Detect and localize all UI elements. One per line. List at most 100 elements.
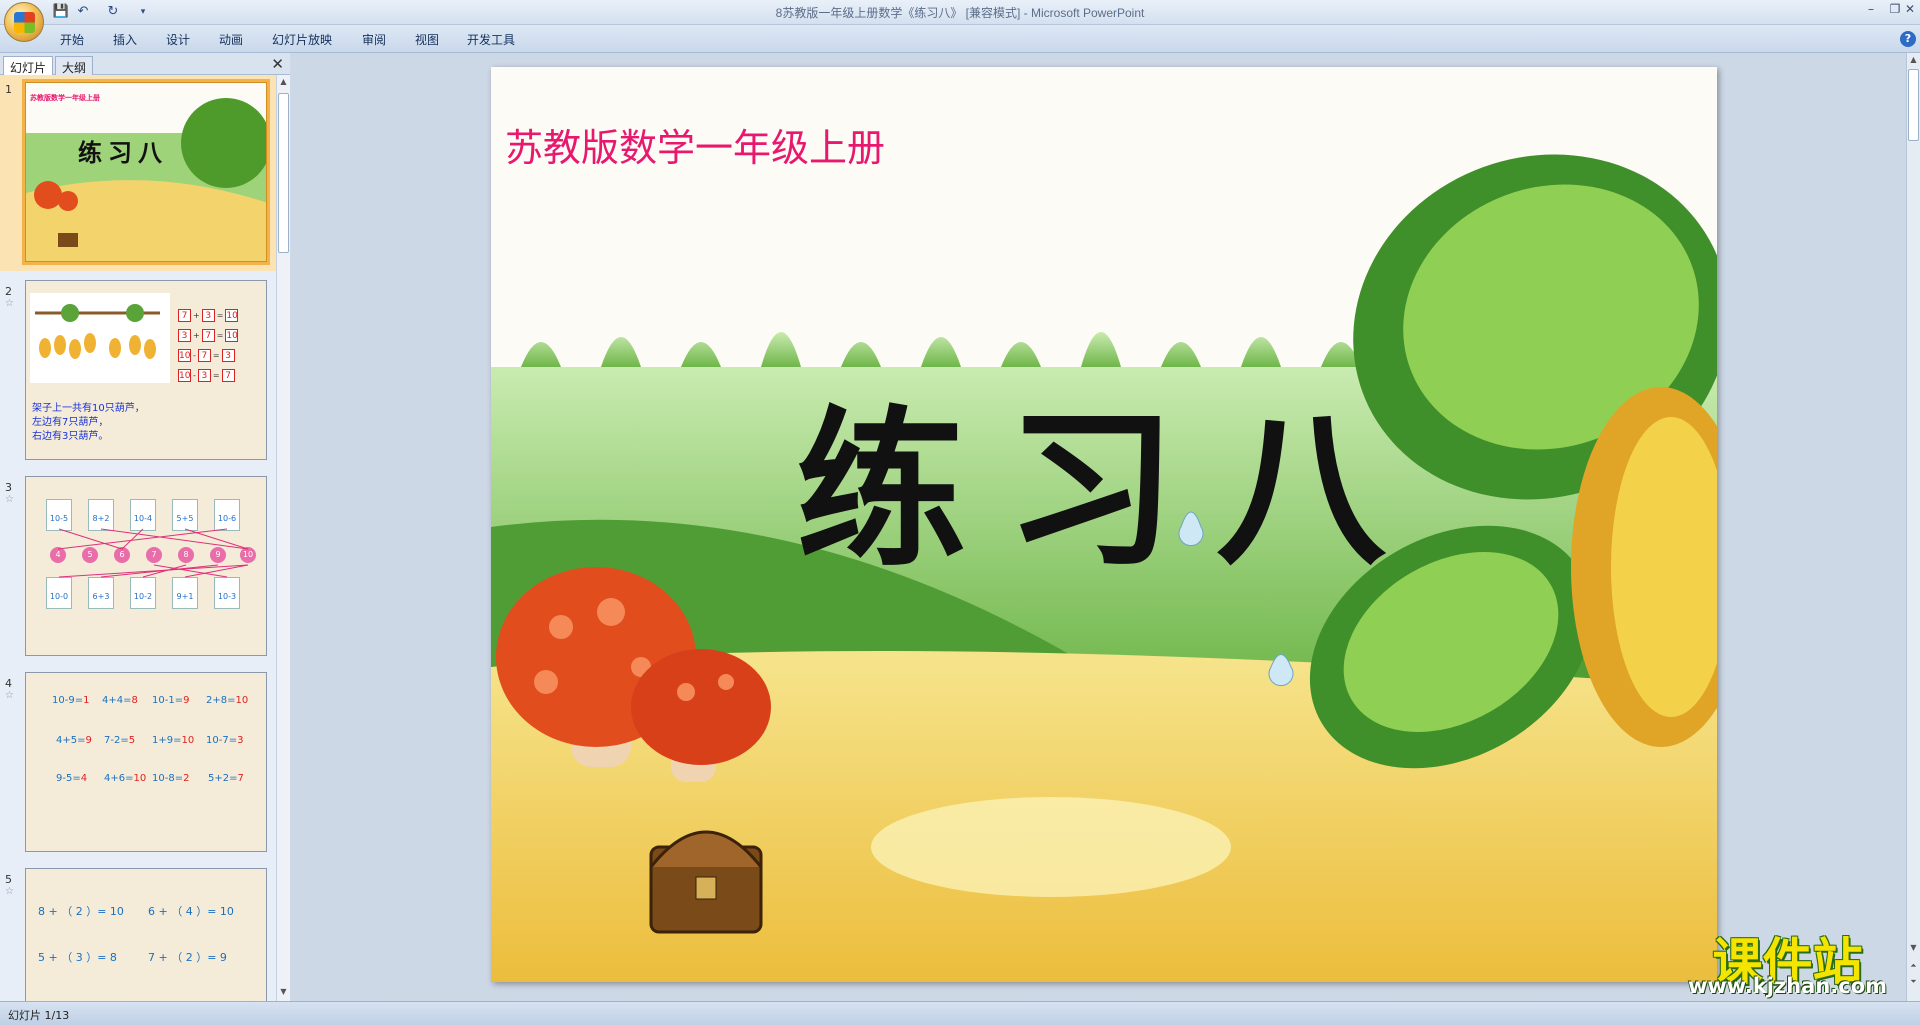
answer-item: 4+4=8 [102, 695, 138, 706]
office-button[interactable] [4, 2, 44, 42]
slide-title[interactable]: 练习八 [796, 352, 1426, 598]
animation-star-icon: ☆ [5, 298, 14, 309]
slide-thumbnail-2[interactable]: 7 +3 = 10 3 +7 = 10 10-7 = 3 10-3 = 7 架子上一共有10只葫芦，… [25, 280, 267, 460]
animation-star-icon: ☆ [5, 690, 14, 701]
equation-cell: 3 [197, 369, 211, 382]
scroll-up-icon[interactable]: ▲ [278, 77, 289, 88]
expression-card: 10-2 [130, 577, 156, 609]
scroll-down-icon[interactable]: ▼ [278, 987, 289, 998]
minimize-icon[interactable]: – [1858, 0, 1884, 18]
equation-op: - [193, 371, 196, 380]
scroll-thumb[interactable] [278, 93, 289, 253]
close-pane-icon[interactable]: ✕ [271, 55, 284, 73]
flower-number: 7 [146, 547, 162, 563]
equation-cell: 10 [178, 369, 191, 382]
equation-cell: 10 [225, 329, 239, 342]
status-bar: 幻灯片 1/13 [0, 1001, 1920, 1025]
answer-item: 4+6=10 [104, 773, 147, 784]
expression-card: 5+5 [172, 499, 198, 531]
ribbon-tab-bar: 开始 插入 设计 动画 幻灯片放映 审阅 视图 开发工具 ? [0, 25, 1920, 53]
slide-number: 4 [5, 677, 12, 690]
answer-item: 10-7=3 [206, 735, 244, 746]
tab-slides[interactable]: 幻灯片 [3, 56, 54, 75]
answer-item: 10-9=1 [52, 695, 90, 706]
flower-number: 8 [178, 547, 194, 563]
tab-design[interactable]: 设计 [166, 31, 190, 48]
animation-star-icon: ☆ [5, 886, 14, 897]
thumb1-title: 练习八 [78, 138, 168, 167]
flower-number: 6 [114, 547, 130, 563]
thumb1-header: 苏教版数学一年级上册 [30, 94, 100, 102]
redo-icon[interactable]: ↻ [104, 3, 122, 21]
dropdown-icon[interactable]: ▾ [134, 3, 152, 21]
animation-star-icon: ☆ [5, 494, 14, 505]
slide-thumbnail-4[interactable]: 10-9=1 4+4=8 10-1=9 2+8=10 4+5=9 7-2=5 1… [25, 672, 267, 852]
slide-number: 2 [5, 285, 12, 298]
expression-card: 10-6 [214, 499, 240, 531]
expression-card: 6+3 [88, 577, 114, 609]
equation-cell: 3 [221, 349, 235, 362]
expression-card: 8+2 [88, 499, 114, 531]
answer-item: 5+2=7 [208, 773, 244, 784]
caption-line: 右边有3只葫芦。 [32, 431, 109, 442]
equation-cell: 7 [201, 329, 215, 342]
title-bar: 8苏教版一年级上册数学《练习八》 [兼容模式] - Microsoft Powe… [0, 0, 1920, 25]
scroll-up-icon[interactable]: ▲ [1908, 55, 1919, 66]
caption-line: 架子上一共有10只葫芦， [32, 403, 145, 414]
equation-op: + [193, 331, 200, 340]
flower-number: 9 [210, 547, 226, 563]
slide-thumbnail-5[interactable]: 8 + （ 2 ）= 10 6 + （ 4 ）= 10 5 + （ 3 ）= 8… [25, 868, 267, 1001]
gourd-drawing [30, 293, 170, 383]
office-logo-icon [14, 12, 35, 33]
answer-item: 10-8=2 [152, 773, 190, 784]
blank-equation: 5 + （ 3 ）= 8 [38, 951, 117, 964]
tab-view[interactable]: 视图 [415, 31, 439, 48]
equation-row: 3 +7 = 10 [176, 329, 240, 342]
equation-cell: 7 [178, 309, 191, 322]
equation-op: = [212, 351, 220, 360]
equation-cell: 3 [178, 329, 191, 342]
blank-equation: 7 + （ 2 ）= 9 [148, 951, 227, 964]
slide-number: 3 [5, 481, 12, 494]
pane-tabs: 幻灯片 大纲 ✕ [0, 53, 290, 75]
answer-item: 7-2=5 [104, 735, 136, 746]
equation-op: = [216, 311, 224, 320]
expression-card: 10-5 [46, 499, 72, 531]
blank-equation: 8 + （ 2 ）= 10 [38, 905, 124, 918]
answer-item: 2+8=10 [206, 695, 249, 706]
answer-item: 4+5=9 [56, 735, 92, 746]
tab-review[interactable]: 审阅 [362, 31, 386, 48]
flower-number: 10 [240, 547, 256, 563]
tab-developer[interactable]: 开发工具 [467, 31, 515, 48]
scroll-thumb[interactable] [1908, 69, 1919, 141]
tab-outline[interactable]: 大纲 [55, 56, 94, 75]
slide-scrollbar[interactable]: ▲ ▼ ⏶ ⏷ [1906, 53, 1920, 1001]
slides-pane: 幻灯片 大纲 ✕ 1 苏教版数学一年级上册 练习八 2 ☆ 7 + 3 = 10… [0, 53, 290, 1001]
equation-cell: 7 [197, 349, 211, 362]
slide-number: 1 [5, 83, 12, 96]
thumbnail-scrollbar[interactable]: ▲ ▼ [276, 75, 290, 1001]
slide-subtitle[interactable]: 苏教版数学一年级上册 [505, 117, 885, 172]
expression-card: 10-0 [46, 577, 72, 609]
save-icon[interactable]: 💾 [52, 3, 70, 21]
equation-op: + [193, 311, 200, 320]
flower-number: 4 [50, 547, 66, 563]
expression-card: 10-4 [130, 499, 156, 531]
slide-number: 5 [5, 873, 12, 886]
tab-slideshow[interactable]: 幻灯片放映 [272, 31, 332, 48]
current-slide[interactable]: 苏教版数学一年级上册 练习八 [491, 67, 1717, 982]
tab-animation[interactable]: 动画 [219, 31, 243, 48]
slide-thumbnail-1[interactable]: 苏教版数学一年级上册 练习八 [22, 79, 270, 265]
blank-equation: 6 + （ 4 ）= 10 [148, 905, 234, 918]
close-icon[interactable]: ✕ [1900, 0, 1920, 18]
slide-thumbnail-3[interactable]: 10-5 8+2 10-4 5+5 10-6 4 5 6 7 8 9 10 10… [25, 476, 267, 656]
help-icon[interactable]: ? [1900, 31, 1916, 47]
slide-1-background [26, 83, 266, 261]
equation-op: - [193, 351, 196, 360]
tab-home[interactable]: 开始 [60, 31, 84, 48]
answer-item: 9-5=4 [56, 773, 88, 784]
equation-cell: 7 [221, 369, 235, 382]
undo-icon[interactable]: ↶ [74, 3, 92, 21]
tab-insert[interactable]: 插入 [113, 31, 137, 48]
caption-line: 左边有7只葫芦， [32, 417, 109, 428]
